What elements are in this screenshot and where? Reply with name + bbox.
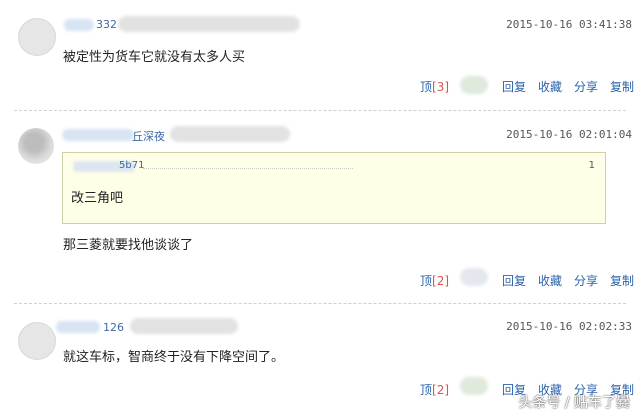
- comment-divider: [14, 110, 626, 111]
- username-blur: [170, 126, 290, 142]
- username-redacted: [56, 321, 100, 333]
- username[interactable]: 126: [103, 321, 124, 334]
- share-button[interactable]: 分享: [574, 78, 598, 95]
- quote-text: 改三角吧: [71, 191, 124, 206]
- favorite-button[interactable]: 收藏: [538, 272, 562, 289]
- quote-username[interactable]: 5b71: [119, 160, 144, 171]
- comment-text: 就这车标，智商终于没有下降空间了。: [63, 350, 285, 365]
- action-blur: [460, 76, 488, 94]
- username[interactable]: 丘深夜: [132, 128, 165, 144]
- copy-button[interactable]: 复制: [610, 78, 634, 95]
- reply-button[interactable]: 回复: [502, 272, 526, 289]
- username-redacted: [62, 129, 134, 141]
- comment-timestamp: 2015-10-16 02:01:04: [506, 128, 632, 141]
- action-blur: [460, 268, 488, 286]
- upvote-count: [3]: [432, 80, 450, 94]
- watermark: 头条号 / 贴车了爨: [518, 395, 630, 411]
- comment-timestamp: 2015-10-16 03:41:38: [506, 18, 632, 31]
- avatar[interactable]: [18, 18, 56, 56]
- upvote-button[interactable]: 顶[2]: [420, 272, 449, 289]
- upvote-count: [2]: [432, 383, 450, 397]
- comment-divider: [14, 303, 626, 304]
- reply-button[interactable]: 回复: [502, 78, 526, 95]
- comment-text: 被定性为货车它就没有太多人买: [63, 50, 246, 65]
- upvote-count: [2]: [432, 274, 450, 288]
- username-blur: [130, 318, 238, 334]
- quoted-comment: 5b71 1 改三角吧: [62, 152, 606, 224]
- quote-floor-number: 1: [588, 160, 595, 171]
- quote-divider: [143, 168, 353, 169]
- avatar[interactable]: [18, 128, 54, 164]
- username-redacted: [64, 19, 94, 31]
- upvote-button[interactable]: 顶[2]: [420, 381, 449, 398]
- favorite-button[interactable]: 收藏: [538, 78, 562, 95]
- copy-button[interactable]: 复制: [610, 272, 634, 289]
- upvote-button[interactable]: 顶[3]: [420, 78, 449, 95]
- avatar[interactable]: [18, 322, 56, 360]
- action-blur: [460, 377, 488, 395]
- username[interactable]: 332: [96, 18, 117, 31]
- comment-timestamp: 2015-10-16 02:02:33: [506, 320, 632, 333]
- comment-text: 那三菱就要找他谈谈了: [63, 238, 194, 253]
- share-button[interactable]: 分享: [574, 272, 598, 289]
- username-blur: [118, 16, 300, 32]
